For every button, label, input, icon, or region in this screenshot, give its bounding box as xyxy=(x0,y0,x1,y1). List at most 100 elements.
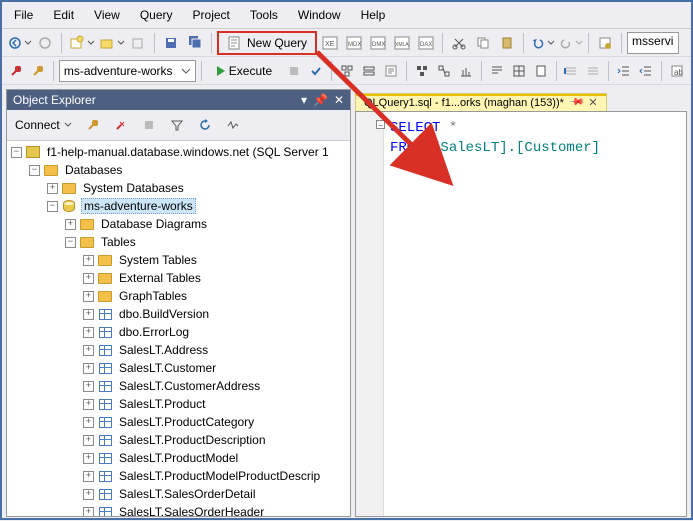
undo-dropdown[interactable] xyxy=(529,32,555,54)
new-query-button[interactable]: New Query xyxy=(217,31,317,55)
panel-pin-icon[interactable]: 📌 xyxy=(313,93,328,107)
change-connection-icon[interactable] xyxy=(28,60,48,82)
tree-table-item[interactable]: +dbo.ErrorLog xyxy=(7,323,350,341)
results-text-icon[interactable] xyxy=(487,60,507,82)
save-icon[interactable] xyxy=(160,32,182,54)
outdent-icon[interactable] xyxy=(636,60,656,82)
tree-table-item[interactable]: +SalesLT.Customer xyxy=(7,359,350,377)
tree-databases-node[interactable]: −Databases xyxy=(7,161,350,179)
menu-view[interactable]: View xyxy=(84,6,130,24)
menu-query[interactable]: Query xyxy=(130,6,183,24)
svg-text:ab: ab xyxy=(674,68,683,77)
nav-forward-icon[interactable] xyxy=(34,32,56,54)
live-stats-icon[interactable] xyxy=(434,60,454,82)
uncomment-icon[interactable] xyxy=(583,60,603,82)
client-stats-icon[interactable] xyxy=(456,60,476,82)
tree-table-item[interactable]: +SalesLT.ProductCategory xyxy=(7,413,350,431)
menu-file[interactable]: File xyxy=(4,6,43,24)
tree-graph-tables-node[interactable]: +GraphTables xyxy=(7,287,350,305)
tree-table-item[interactable]: +SalesLT.Product xyxy=(7,395,350,413)
estimated-plan-icon[interactable] xyxy=(337,60,357,82)
connect-icon[interactable] xyxy=(6,60,26,82)
editor-tab[interactable]: QLQuery1.sql - f1...orks (maghan (153))*… xyxy=(355,93,607,111)
object-explorer-titlebar: Object Explorer ▾ 📌 ✕ xyxy=(7,90,350,110)
parse-icon[interactable] xyxy=(306,60,326,82)
xe-icon[interactable]: XE xyxy=(319,32,341,54)
oe-filter-icon[interactable] xyxy=(166,114,188,136)
outline-collapse-icon[interactable]: − xyxy=(376,120,385,129)
menu-project[interactable]: Project xyxy=(183,6,240,24)
panel-dropdown-icon[interactable]: ▾ xyxy=(301,93,307,107)
sql-editor-toolbar: ms-adventure-works Execute ab xyxy=(2,57,691,85)
tree-diagrams-node[interactable]: +Database Diagrams xyxy=(7,215,350,233)
menu-window[interactable]: Window xyxy=(288,6,351,24)
tree-external-tables-node[interactable]: +External Tables xyxy=(7,269,350,287)
results-file-icon[interactable] xyxy=(531,60,551,82)
query-options-icon[interactable] xyxy=(359,60,379,82)
tree-table-item[interactable]: +SalesLT.ProductDescription xyxy=(7,431,350,449)
tree-tables-node[interactable]: −Tables xyxy=(7,233,350,251)
tree-table-item[interactable]: +dbo.BuildVersion xyxy=(7,305,350,323)
tree-database-node[interactable]: −ms-adventure-works xyxy=(7,197,350,215)
specify-values-icon[interactable]: ab xyxy=(667,60,687,82)
svg-text:XMLA: XMLA xyxy=(395,42,409,48)
tab-close-icon[interactable]: ✕ xyxy=(588,96,597,109)
intellisense-icon[interactable] xyxy=(381,60,401,82)
stop-icon[interactable] xyxy=(284,60,304,82)
tree-table-item[interactable]: +SalesLT.ProductModel xyxy=(7,449,350,467)
indent-icon[interactable] xyxy=(614,60,634,82)
paste-icon[interactable] xyxy=(496,32,518,54)
menu-edit[interactable]: Edit xyxy=(43,6,84,24)
database-select-value: ms-adventure-works xyxy=(64,64,173,78)
oe-connect-icon[interactable] xyxy=(82,114,104,136)
tab-pin-icon[interactable]: 📌 xyxy=(568,94,585,111)
menu-tools[interactable]: Tools xyxy=(240,6,288,24)
tree-table-item[interactable]: +SalesLT.SalesOrderDetail xyxy=(7,485,350,503)
object-explorer-toolbar: Connect xyxy=(7,110,350,141)
tree-table-item[interactable]: +SalesLT.Address xyxy=(7,341,350,359)
save-all-icon[interactable] xyxy=(184,32,206,54)
tree-table-item[interactable]: +SalesLT.ProductModelProductDescrip xyxy=(7,467,350,485)
menu-help[interactable]: Help xyxy=(351,6,396,24)
redo-dropdown[interactable] xyxy=(557,32,583,54)
svg-text:XE: XE xyxy=(325,41,335,48)
add-item-icon[interactable] xyxy=(127,32,149,54)
dax-icon[interactable]: DAX xyxy=(415,32,437,54)
actual-plan-icon[interactable] xyxy=(412,60,432,82)
new-query-icon xyxy=(227,35,243,51)
editor-gutter xyxy=(356,112,384,516)
tree-server-node[interactable]: −f1-help-manual.database.windows.net (SQ… xyxy=(7,143,350,161)
execute-button[interactable]: Execute xyxy=(207,59,282,83)
sql-editor[interactable]: − SELECT * FROM [SalesLT].[Customer] xyxy=(355,111,687,517)
editor-code[interactable]: SELECT * FROM [SalesLT].[Customer] xyxy=(390,118,600,158)
oe-stop-icon[interactable] xyxy=(138,114,160,136)
oe-disconnect-icon[interactable] xyxy=(110,114,132,136)
copy-icon[interactable] xyxy=(472,32,494,54)
tree-table-item[interactable]: +SalesLT.CustomerAddress xyxy=(7,377,350,395)
object-explorer-panel: Object Explorer ▾ 📌 ✕ Connect −f1-help-m… xyxy=(6,89,351,517)
database-select[interactable]: ms-adventure-works xyxy=(59,60,196,82)
cut-icon[interactable] xyxy=(448,32,470,54)
object-explorer-tree[interactable]: −f1-help-manual.database.windows.net (SQ… xyxy=(7,141,350,516)
open-file-dropdown[interactable] xyxy=(97,32,125,54)
tree-system-databases-node[interactable]: +System Databases xyxy=(7,179,350,197)
mdx-icon[interactable]: MDX xyxy=(343,32,365,54)
object-explorer-title: Object Explorer xyxy=(13,93,96,107)
results-grid-icon[interactable] xyxy=(509,60,529,82)
properties-icon[interactable] xyxy=(594,32,616,54)
tree-table-item[interactable]: +SalesLT.SalesOrderHeader xyxy=(7,503,350,516)
svg-text:DAX: DAX xyxy=(420,42,432,48)
dmx-icon[interactable]: DMX xyxy=(367,32,389,54)
nav-back-dropdown[interactable] xyxy=(6,32,32,54)
oe-refresh-icon[interactable] xyxy=(194,114,216,136)
play-icon xyxy=(217,66,225,76)
new-project-dropdown[interactable] xyxy=(67,32,95,54)
tree-system-tables-node[interactable]: +System Tables xyxy=(7,251,350,269)
oe-activity-icon[interactable] xyxy=(222,114,244,136)
connection-box[interactable]: msservi xyxy=(627,32,679,54)
tree-database-label: ms-adventure-works xyxy=(81,198,196,214)
panel-close-icon[interactable]: ✕ xyxy=(334,93,344,107)
connect-dropdown[interactable]: Connect xyxy=(11,113,76,137)
xmla-icon[interactable]: XMLA xyxy=(391,32,413,54)
comment-icon[interactable] xyxy=(561,60,581,82)
